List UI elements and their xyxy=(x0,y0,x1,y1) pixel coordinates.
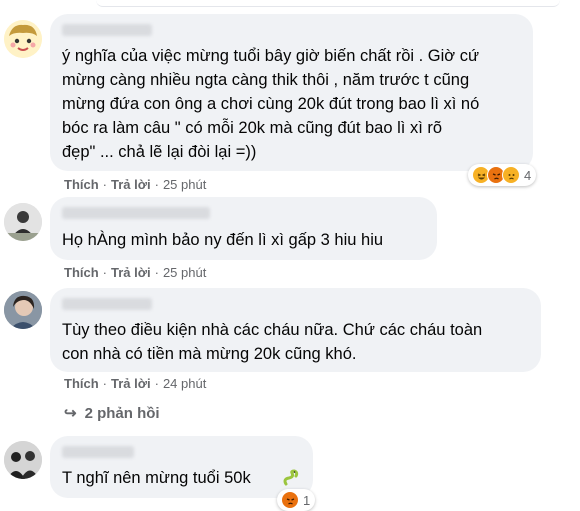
avatar[interactable] xyxy=(4,20,42,58)
comment-text: T nghĩ nên mừng tuổi 50k xyxy=(62,469,251,487)
separator: · xyxy=(154,177,159,192)
blurred-author-name[interactable] xyxy=(62,446,134,458)
comment-actions: Thích · Trả lời · 25 phút xyxy=(64,177,206,192)
comment-actions: Thích · Trả lời · 25 phút xyxy=(64,265,206,280)
comment-text: ý nghĩa của việc mừng tuổi bây giờ biến … xyxy=(62,47,480,161)
separator: · xyxy=(154,376,159,391)
avatar[interactable] xyxy=(4,441,42,479)
timestamp[interactable]: 25 phút xyxy=(163,177,206,192)
separator: · xyxy=(102,376,108,391)
blurred-author-name[interactable] xyxy=(62,24,152,36)
avatar[interactable] xyxy=(4,203,42,241)
reaction-count: 4 xyxy=(524,167,532,183)
group-photo-icon xyxy=(4,441,42,479)
person-photo-icon xyxy=(4,291,42,329)
separator: · xyxy=(102,177,108,192)
reaction-count: 1 xyxy=(303,492,311,508)
timestamp[interactable]: 25 phút xyxy=(163,265,206,280)
like-button[interactable]: Thích xyxy=(64,177,99,192)
comment-text: Họ hÀng mình bảo ny đến lì xì gấp 3 hiu … xyxy=(62,231,384,249)
reactions-summary[interactable]: 1 xyxy=(277,489,316,511)
replies-count-label: 2 phản hồi xyxy=(84,405,160,422)
avatar[interactable] xyxy=(4,291,42,329)
comment-bubble: Họ hÀng mình bảo ny đến lì xì gấp 3 hiu … xyxy=(50,197,437,260)
reply-button[interactable]: Trả lời xyxy=(111,177,151,192)
comment-bubble: ý nghĩa của việc mừng tuổi bây giờ biến … xyxy=(50,14,533,171)
comment-actions: Thích · Trả lời · 24 phút xyxy=(64,376,206,391)
comment-bubble: Tùy theo điều kiện nhà các cháu nữa. Chứ… xyxy=(50,288,541,372)
person-photo-icon xyxy=(4,203,42,241)
snake-emoji-icon xyxy=(282,469,300,487)
comment-text: Tùy theo điều kiện nhà các cháu nữa. Chứ… xyxy=(62,321,483,363)
blurred-author-name[interactable] xyxy=(62,207,210,219)
like-button[interactable]: Thích xyxy=(64,376,99,391)
reply-button[interactable]: Trả lời xyxy=(111,265,151,280)
previous-comment-edge xyxy=(96,0,560,7)
view-replies-link[interactable]: ↪ 2 phản hồi xyxy=(64,404,160,422)
comment-bubble: T nghĩ nên mừng tuổi 50k xyxy=(50,436,313,498)
reactions-summary[interactable]: 4 xyxy=(468,164,537,186)
cartoon-avatar-icon xyxy=(4,20,42,58)
blurred-author-name[interactable] xyxy=(62,298,152,310)
separator: · xyxy=(102,265,108,280)
reply-button[interactable]: Trả lời xyxy=(111,376,151,391)
separator: · xyxy=(154,265,159,280)
reply-arrow-icon: ↪ xyxy=(64,405,77,422)
like-button[interactable]: Thích xyxy=(64,265,99,280)
sad-reaction-icon xyxy=(502,166,520,184)
timestamp[interactable]: 24 phút xyxy=(163,376,206,391)
angry-reaction-icon xyxy=(281,491,299,509)
